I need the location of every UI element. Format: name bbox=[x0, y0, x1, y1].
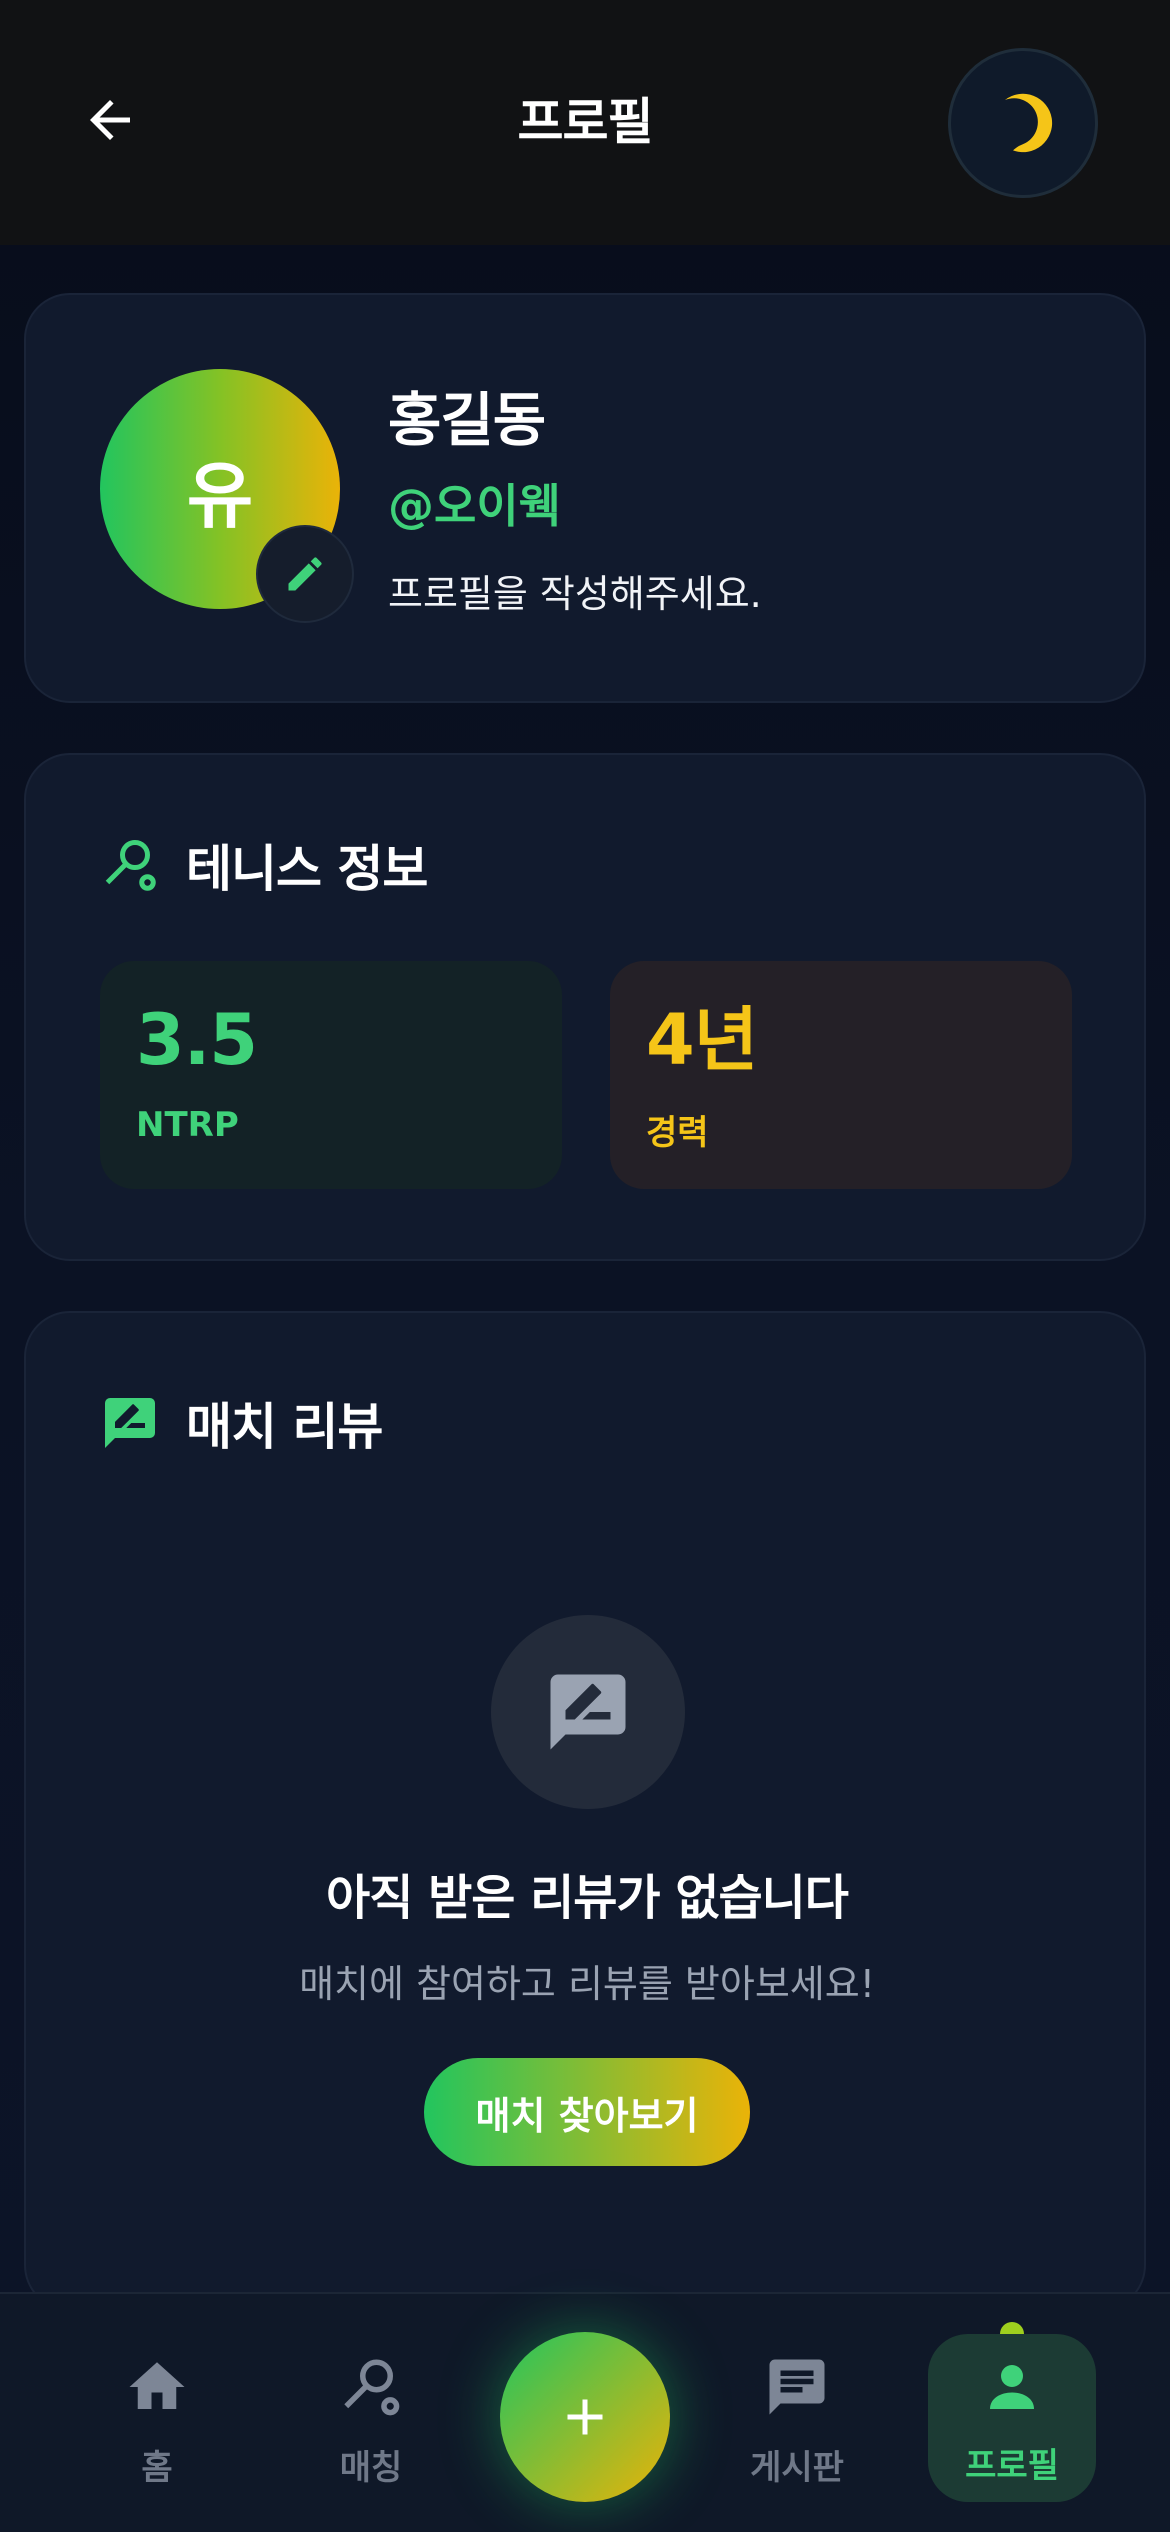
empty-review-title: 아직 받은 리뷰가 없습니다 bbox=[326, 1870, 849, 1926]
rate-review-icon bbox=[550, 1674, 626, 1750]
racket-icon bbox=[100, 835, 160, 895]
profile-handle: @오이웩 bbox=[388, 479, 561, 533]
match-review-header: 매치 리뷰 bbox=[100, 1387, 383, 1459]
match-review-title: 매치 리뷰 bbox=[186, 1398, 383, 1456]
nav-label-profile: 프로필 bbox=[965, 2446, 1059, 2486]
empty-review-subtitle: 매치에 참여하고 리뷰를 받아보세요! bbox=[299, 1962, 875, 2006]
ntrp-stat: 3.5 NTRP bbox=[100, 961, 562, 1189]
bottom-nav: 홈 매칭 게시판 프로필 bbox=[0, 2292, 1170, 2532]
header: 프로필 bbox=[0, 0, 1170, 245]
nav-item-profile[interactable]: 프로필 bbox=[928, 2334, 1096, 2502]
tennis-info-title: 테니스 정보 bbox=[186, 840, 428, 898]
chat-icon bbox=[769, 2359, 825, 2415]
rate-review-icon bbox=[100, 1393, 160, 1453]
nav-label-board: 게시판 bbox=[750, 2448, 844, 2488]
career-stat: 4년 경력 bbox=[610, 961, 1072, 1189]
empty-review-icon-circle bbox=[491, 1615, 685, 1809]
racket-icon bbox=[344, 2359, 400, 2416]
career-label: 경력 bbox=[646, 1113, 709, 1153]
plus-icon bbox=[567, 2399, 603, 2435]
home-icon bbox=[129, 2362, 185, 2409]
pencil-icon bbox=[288, 557, 322, 591]
moon-icon bbox=[1004, 93, 1053, 153]
ntrp-value: 3.5 bbox=[136, 999, 258, 1081]
create-fab-button[interactable] bbox=[500, 2332, 670, 2502]
profile-page: 프로필 유 홍길동 @오이웩 프로필을 작성해주세요. 테니스 정보 3.5 N… bbox=[0, 0, 1170, 2532]
nav-item-home[interactable]: 홈 bbox=[72, 2352, 242, 2489]
theme-toggle-button[interactable] bbox=[948, 48, 1098, 198]
person-icon bbox=[990, 2365, 1034, 2409]
profile-card: 유 홍길동 @오이웩 프로필을 작성해주세요. bbox=[24, 293, 1146, 703]
ntrp-label: NTRP bbox=[136, 1105, 239, 1145]
nav-label-matching: 매칭 bbox=[339, 2448, 403, 2488]
nav-label-home: 홈 bbox=[141, 2448, 173, 2488]
career-value: 4년 bbox=[646, 999, 758, 1081]
tennis-info-header: 테니스 정보 bbox=[100, 829, 428, 901]
match-review-card: 매치 리뷰 아직 받은 리뷰가 없습니다 매치에 참여하고 리뷰를 받아보세요!… bbox=[24, 1311, 1146, 2311]
find-match-button[interactable]: 매치 찾아보기 bbox=[424, 2058, 750, 2166]
nav-item-board[interactable]: 게시판 bbox=[712, 2352, 882, 2489]
profile-name: 홍길동 bbox=[388, 386, 546, 454]
profile-bio: 프로필을 작성해주세요. bbox=[388, 572, 762, 616]
edit-avatar-button[interactable] bbox=[256, 525, 354, 623]
nav-item-matching[interactable]: 매칭 bbox=[286, 2352, 456, 2489]
tennis-info-card: 테니스 정보 3.5 NTRP 4년 경력 bbox=[24, 753, 1146, 1261]
